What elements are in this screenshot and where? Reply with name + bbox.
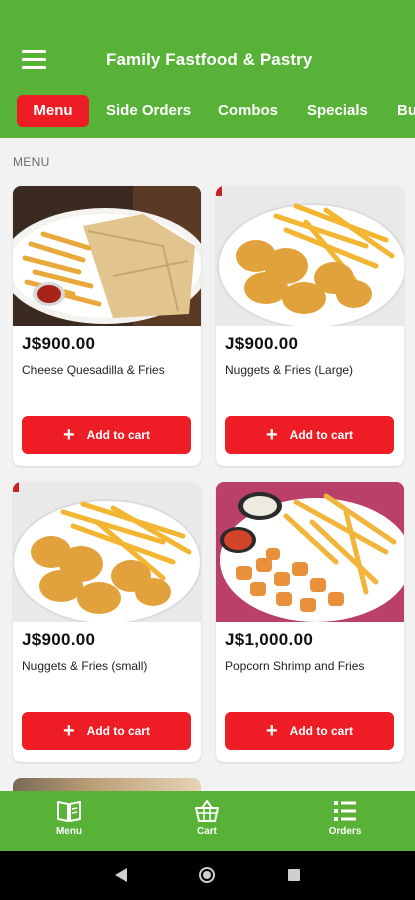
add-to-cart-label: Add to cart bbox=[289, 428, 354, 442]
add-to-cart-label: Add to cart bbox=[86, 724, 151, 738]
product-name: Cheese Quesadilla & Fries bbox=[22, 363, 165, 377]
bottom-navigation: Menu Cart Orders bbox=[0, 791, 415, 851]
book-icon bbox=[57, 801, 81, 822]
menu-icon[interactable] bbox=[22, 50, 46, 70]
product-image bbox=[216, 186, 404, 326]
plus-icon: + bbox=[265, 720, 278, 742]
product-card[interactable]: J$900.00 Nuggets & Fries (small) + Add t… bbox=[13, 482, 201, 762]
plus-icon: + bbox=[62, 424, 75, 446]
product-price: J$900.00 bbox=[225, 334, 299, 353]
category-tabs: Menu Side Orders Combos Specials Bu bbox=[0, 92, 415, 130]
product-price: J$900.00 bbox=[22, 334, 96, 353]
nav-orders[interactable]: Orders bbox=[305, 799, 385, 837]
product-image bbox=[216, 482, 404, 622]
product-image bbox=[13, 482, 201, 622]
product-image bbox=[13, 778, 201, 792]
product-card[interactable]: J$900.00 Nuggets & Fries (Large) + Add t… bbox=[216, 186, 404, 466]
back-icon[interactable] bbox=[114, 867, 128, 883]
product-name: Nuggets & Fries (small) bbox=[22, 659, 148, 673]
tab-bu[interactable]: Bu bbox=[397, 95, 415, 127]
basket-icon bbox=[195, 800, 219, 822]
tab-combos[interactable]: Combos bbox=[218, 95, 278, 127]
nav-cart-label: Cart bbox=[196, 826, 217, 837]
add-to-cart-label: Add to cart bbox=[289, 724, 354, 738]
tab-side-orders[interactable]: Side Orders bbox=[106, 95, 191, 127]
add-to-cart-label: Add to cart bbox=[86, 428, 151, 442]
product-image bbox=[13, 186, 201, 326]
app-header: Family Fastfood & Pastry Menu Side Order… bbox=[0, 0, 415, 138]
nav-orders-label: Orders bbox=[328, 826, 362, 837]
product-card[interactable]: J$1,000.00 Popcorn Shrimp and Fries + Ad… bbox=[216, 482, 404, 762]
nav-menu[interactable]: Menu bbox=[29, 799, 109, 837]
product-price: J$900.00 bbox=[22, 630, 96, 649]
product-card[interactable]: J$900.00 Cheese Quesadilla & Fries + Add… bbox=[13, 186, 201, 466]
recents-icon[interactable] bbox=[287, 868, 301, 882]
product-price: J$1,000.00 bbox=[225, 630, 314, 649]
nav-cart[interactable]: Cart bbox=[167, 799, 247, 837]
app-title: Family Fastfood & Pastry bbox=[106, 50, 313, 69]
add-to-cart-button[interactable]: + Add to cart bbox=[22, 712, 191, 750]
tab-menu[interactable]: Menu bbox=[17, 95, 89, 127]
section-label: MENU bbox=[13, 155, 50, 169]
product-name: Popcorn Shrimp and Fries bbox=[225, 659, 365, 673]
tab-specials[interactable]: Specials bbox=[307, 95, 368, 127]
plus-icon: + bbox=[265, 424, 278, 446]
plus-icon: + bbox=[62, 720, 75, 742]
home-icon[interactable] bbox=[198, 866, 216, 884]
nav-menu-label: Menu bbox=[55, 826, 83, 837]
list-icon bbox=[334, 801, 356, 821]
add-to-cart-button[interactable]: + Add to cart bbox=[22, 416, 191, 454]
add-to-cart-button[interactable]: + Add to cart bbox=[225, 416, 394, 454]
system-navigation-bar bbox=[0, 851, 415, 900]
add-to-cart-button[interactable]: + Add to cart bbox=[225, 712, 394, 750]
product-name: Nuggets & Fries (Large) bbox=[225, 363, 354, 377]
